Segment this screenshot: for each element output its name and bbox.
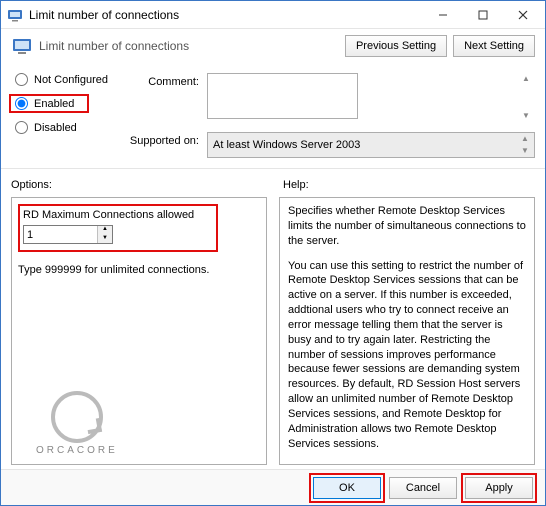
radio-not-configured[interactable]: Not Configured <box>15 73 127 86</box>
help-label: Help: <box>283 179 535 191</box>
radio-disabled-input[interactable] <box>15 121 28 134</box>
config-section: Not Configured Enabled Disabled Comment:… <box>1 59 545 162</box>
state-radio-group: Not Configured Enabled Disabled <box>15 73 127 158</box>
section-labels: Options: Help: <box>1 168 545 195</box>
radio-disabled[interactable]: Disabled <box>15 121 127 134</box>
watermark-text: ORCACORE <box>36 445 118 456</box>
options-label: Options: <box>11 179 283 191</box>
max-connections-input[interactable] <box>24 226 97 243</box>
comment-label: Comment: <box>127 73 207 88</box>
maximize-button[interactable] <box>463 2 503 28</box>
header-row: Limit number of connections Previous Set… <box>1 29 545 59</box>
help-pane: Specifies whether Remote Desktop Service… <box>279 197 535 465</box>
previous-setting-button[interactable]: Previous Setting <box>345 35 447 57</box>
radio-enabled-label: Enabled <box>34 98 74 110</box>
app-icon <box>7 7 23 23</box>
help-paragraph: To use this setting, enter the number of… <box>288 462 526 466</box>
main-panes: RD Maximum Connections allowed ▲ ▼ Type … <box>1 195 545 465</box>
cancel-button[interactable]: Cancel <box>389 477 457 499</box>
supported-label: Supported on: <box>127 132 207 147</box>
next-setting-button[interactable]: Next Setting <box>453 35 535 57</box>
close-button[interactable] <box>503 2 543 28</box>
supported-scroll[interactable]: ▲▼ <box>517 134 533 156</box>
spinner-down-icon[interactable]: ▼ <box>98 235 112 244</box>
options-hint: Type 999999 for unlimited connections. <box>18 264 260 276</box>
radio-enabled-input[interactable] <box>15 97 28 110</box>
options-pane: RD Maximum Connections allowed ▲ ▼ Type … <box>11 197 267 465</box>
radio-not-configured-input[interactable] <box>15 73 28 86</box>
max-connections-label: RD Maximum Connections allowed <box>23 206 213 225</box>
comment-scroll[interactable]: ▲▼ <box>518 74 534 121</box>
title-bar: Limit number of connections <box>1 1 545 29</box>
comment-input[interactable] <box>207 73 358 119</box>
radio-disabled-label: Disabled <box>34 122 77 134</box>
max-connections-spinner[interactable]: ▲ ▼ <box>23 225 113 244</box>
help-paragraph: You can use this setting to restrict the… <box>288 259 526 452</box>
dialog-buttons: OK Cancel Apply <box>1 469 545 505</box>
supported-value: At least Windows Server 2003 <box>213 139 360 151</box>
window-title: Limit number of connections <box>29 8 423 22</box>
watermark: ORCACORE <box>36 391 118 456</box>
window-subtitle: Limit number of connections <box>39 39 189 53</box>
supported-box: At least Windows Server 2003 ▲▼ <box>207 132 535 158</box>
radio-not-configured-label: Not Configured <box>34 74 108 86</box>
radio-enabled[interactable]: Enabled <box>15 97 83 110</box>
minimize-button[interactable] <box>423 2 463 28</box>
watermark-icon <box>51 391 103 443</box>
ok-button[interactable]: OK <box>313 477 381 499</box>
policy-icon <box>11 35 33 57</box>
spinner-up-icon[interactable]: ▲ <box>98 226 112 235</box>
help-paragraph: Specifies whether Remote Desktop Service… <box>288 204 526 249</box>
apply-button[interactable]: Apply <box>465 477 533 499</box>
